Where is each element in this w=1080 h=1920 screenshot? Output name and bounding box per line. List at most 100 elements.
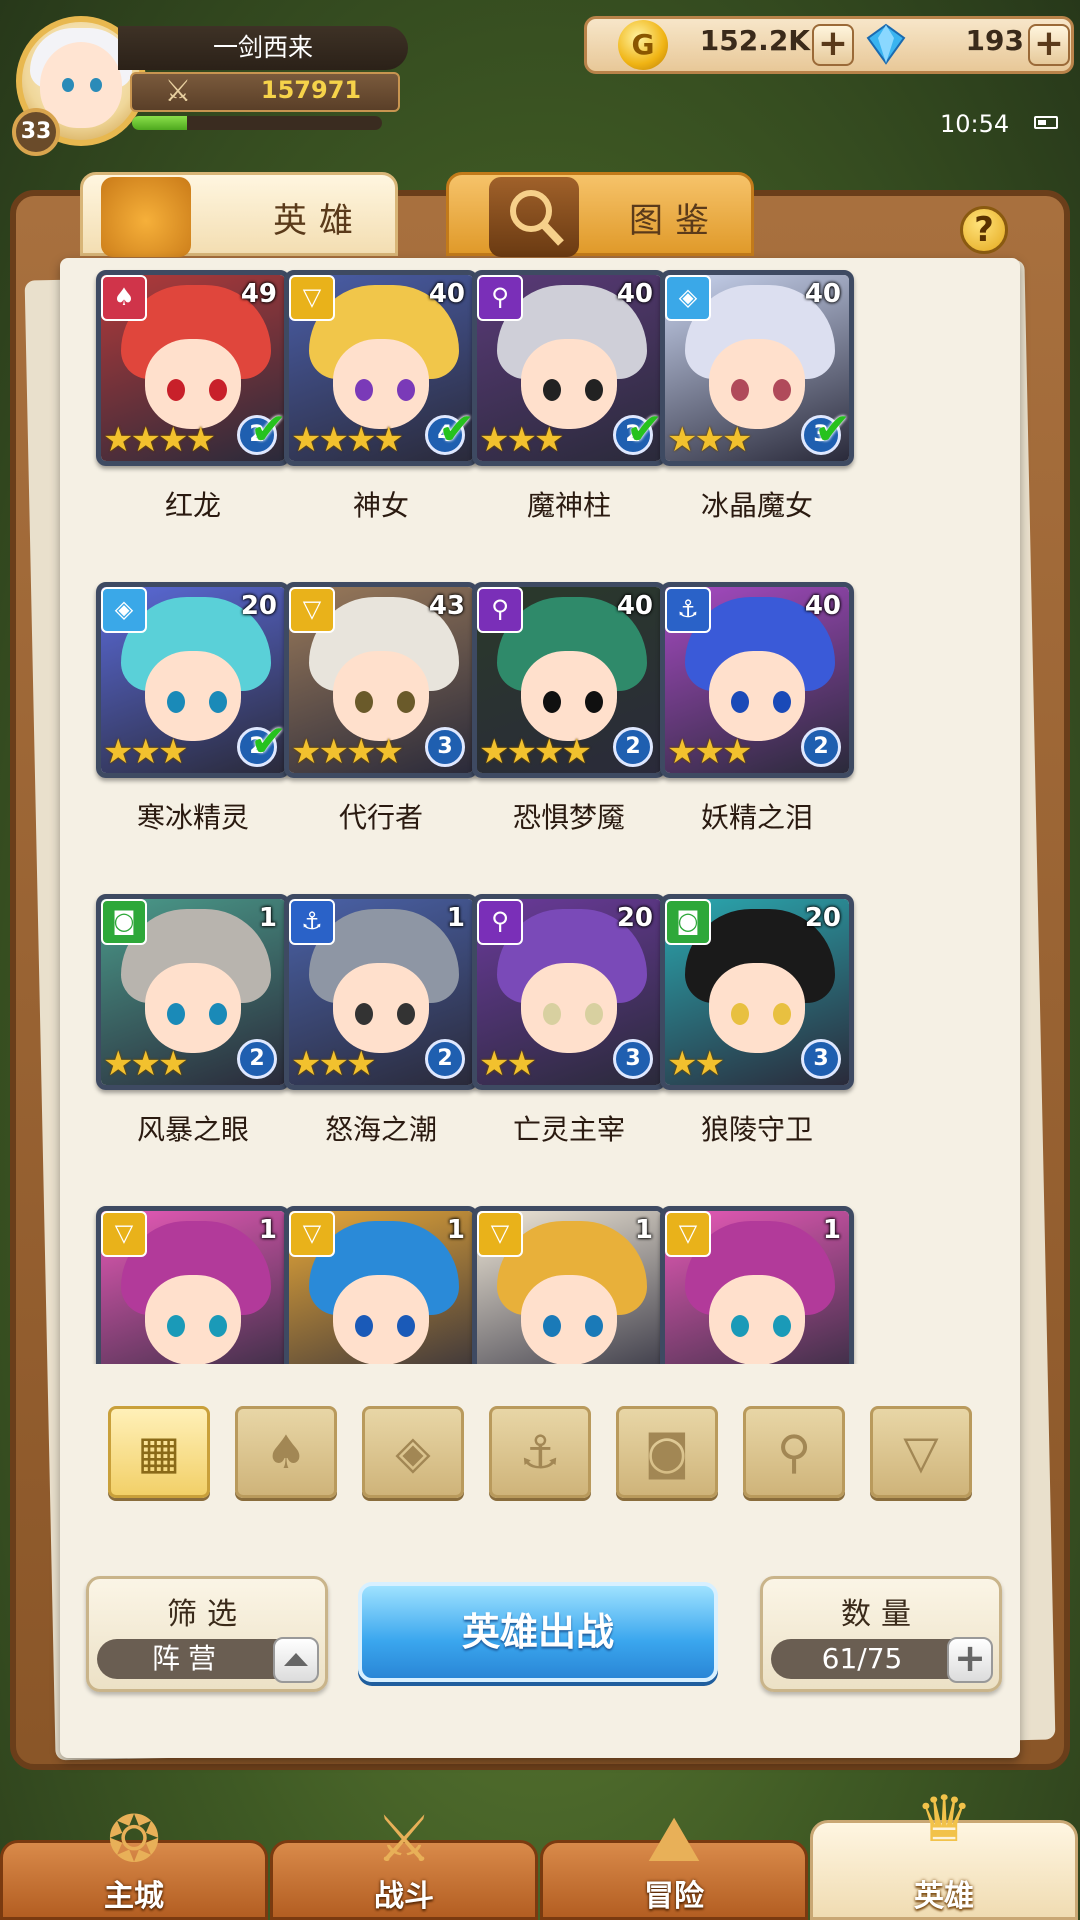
ice-faction-icon: ◈: [101, 587, 147, 633]
hero-grade-badge: 3: [801, 1039, 841, 1079]
hero-card[interactable]: ⚓ 40 ★★★ 2: [660, 582, 854, 778]
light-faction-icon: ▽: [477, 1211, 523, 1257]
hero-level: 40: [428, 279, 465, 309]
hero-level: 1: [258, 903, 277, 933]
hero-card[interactable]: ⚲ 40 ★★★ 2 ✔: [472, 270, 666, 466]
hero-name: 妖精之泪: [700, 801, 813, 834]
player-level-badge: 33: [12, 108, 60, 156]
hero-card[interactable]: ▽ 1: [660, 1206, 854, 1364]
hero-name: 红龙: [164, 489, 221, 522]
filter-panel[interactable]: 筛选 阵营: [86, 1576, 328, 1692]
ice-faction-icon: ◈: [665, 275, 711, 321]
dark-faction-icon: ⚲: [477, 899, 523, 945]
light-faction-icon: ▽: [289, 1211, 335, 1257]
expand-capacity-button[interactable]: +: [947, 1637, 993, 1683]
help-button[interactable]: ?: [960, 206, 1008, 254]
filter-beast-button[interactable]: ◙: [616, 1406, 718, 1498]
checkmark-icon: ✔: [438, 404, 475, 455]
hero-level: 1: [634, 1215, 653, 1245]
hero-card[interactable]: ◈ 20 ★★★ 2 ✔: [96, 582, 290, 778]
filter-fire-button[interactable]: ♠: [235, 1406, 337, 1498]
crossed-swords-icon: ⚔: [164, 74, 192, 109]
exp-bar-fill: [132, 116, 187, 130]
hero-level: 40: [616, 591, 653, 621]
checkmark-icon: ✔: [626, 404, 663, 455]
hero-card[interactable]: ◙ 1 ★★★ 2: [96, 894, 290, 1090]
filter-dark-button[interactable]: ⚲: [743, 1406, 845, 1498]
deploy-heroes-button[interactable]: 英雄出战: [358, 1582, 718, 1682]
hero-level: 1: [258, 1215, 277, 1245]
hero-grid[interactable]: ♠ 49 ★★★★ 2 ✔ 红龙 ▽ 40 ★★★★ 4 ✔ 神女 ⚲ 40 ★★★ 2 ✔ 魔神柱 ◈ 40 ★★★ 3…: [60, 258, 1020, 1364]
fire-faction-icon: ♠: [101, 275, 147, 321]
faction-filter-row: ▦ ♠ ◈ ⚓ ◙ ⚲ ▽: [108, 1406, 974, 1500]
hero-level: 1: [446, 1215, 465, 1245]
light-faction-icon: ▽: [289, 275, 335, 321]
nav-map[interactable]: ⛰ 冒险: [540, 1803, 808, 1920]
star-rating: ★★: [667, 1044, 725, 1084]
hero-card[interactable]: ◙ 20 ★★ 3: [660, 894, 854, 1090]
gold-amount: 152.2K: [699, 24, 810, 57]
nav-city[interactable]: ❂ 主城: [0, 1803, 268, 1920]
hero-name: 神女: [352, 489, 409, 522]
nav-helmet[interactable]: ♛ 英雄: [810, 1783, 1078, 1920]
filter-light-button[interactable]: ▽: [870, 1406, 972, 1498]
battery-icon: [1034, 116, 1058, 129]
combat-power-value: 157971: [260, 76, 362, 104]
star-rating: ★★★★: [291, 420, 404, 460]
count-panel: 数量 61/75 +: [760, 1576, 1002, 1692]
hero-card[interactable]: ▽ 1: [472, 1206, 666, 1364]
star-rating: ★★★★: [479, 732, 592, 772]
hero-level: 1: [446, 903, 465, 933]
player-name: 一剑西来: [118, 26, 408, 70]
filter-water-button[interactable]: ⚓: [489, 1406, 591, 1498]
hero-card[interactable]: ▽ 1: [96, 1206, 290, 1364]
tab-heroes[interactable]: 英雄: [80, 172, 398, 257]
hero-grade-badge: 3: [425, 727, 465, 767]
star-rating: ★★★: [291, 1044, 376, 1084]
star-rating: ★★★: [479, 420, 564, 460]
hero-card[interactable]: ♠ 49 ★★★★ 2 ✔: [96, 270, 290, 466]
light-faction-icon: ▽: [289, 587, 335, 633]
beast-faction-icon: ◙: [101, 899, 147, 945]
hero-grade-badge: 2: [801, 727, 841, 767]
beast-faction-icon: ◙: [665, 899, 711, 945]
nav-label: 主城: [104, 1879, 164, 1914]
star-rating: ★★★★: [103, 420, 216, 460]
status-time: 10:54: [940, 110, 1010, 138]
add-gold-button[interactable]: +: [812, 24, 854, 66]
gold-coin-icon: G: [618, 20, 668, 70]
tab-atlas[interactable]: 图鉴: [446, 172, 754, 257]
hero-card[interactable]: ▽ 40 ★★★★ 4 ✔: [284, 270, 478, 466]
hero-card[interactable]: ⚓ 1 ★★★ 2: [284, 894, 478, 1090]
star-rating: ★★: [479, 1044, 537, 1084]
dark-faction-icon: ⚲: [477, 275, 523, 321]
tab-heroes-label: 英雄: [273, 201, 365, 241]
hero-level: 20: [240, 591, 277, 621]
gem-amount: 193: [965, 24, 1024, 57]
hero-level: 20: [616, 903, 653, 933]
hero-level: 40: [804, 279, 841, 309]
star-rating: ★★★: [667, 732, 752, 772]
hero-name: 代行者: [338, 801, 423, 834]
star-rating: ★★★: [103, 1044, 188, 1084]
filter-all-button[interactable]: ▦: [108, 1406, 210, 1498]
chevron-up-button[interactable]: [273, 1637, 319, 1683]
hero-name: 寒冰精灵: [136, 801, 249, 834]
hero-card[interactable]: ▽ 1: [284, 1206, 478, 1364]
add-gems-button[interactable]: +: [1028, 24, 1070, 66]
star-rating: ★★★: [667, 420, 752, 460]
star-rating: ★★★: [103, 732, 188, 772]
nav-label: 英雄: [914, 1879, 974, 1914]
nav-label: 战斗: [374, 1879, 434, 1914]
hero-name: 狼陵守卫: [700, 1113, 813, 1146]
light-faction-icon: ▽: [101, 1211, 147, 1257]
exp-bar: [132, 116, 382, 130]
hero-level: 40: [616, 279, 653, 309]
nav-crossed-swords[interactable]: ⚔ 战斗: [270, 1803, 538, 1920]
dark-faction-icon: ⚲: [477, 587, 523, 633]
hero-card[interactable]: ▽ 43 ★★★★ 3: [284, 582, 478, 778]
hero-card[interactable]: ⚲ 40 ★★★★ 2: [472, 582, 666, 778]
hero-card[interactable]: ⚲ 20 ★★ 3: [472, 894, 666, 1090]
filter-ice-button[interactable]: ◈: [362, 1406, 464, 1498]
hero-card[interactable]: ◈ 40 ★★★ 3 ✔: [660, 270, 854, 466]
